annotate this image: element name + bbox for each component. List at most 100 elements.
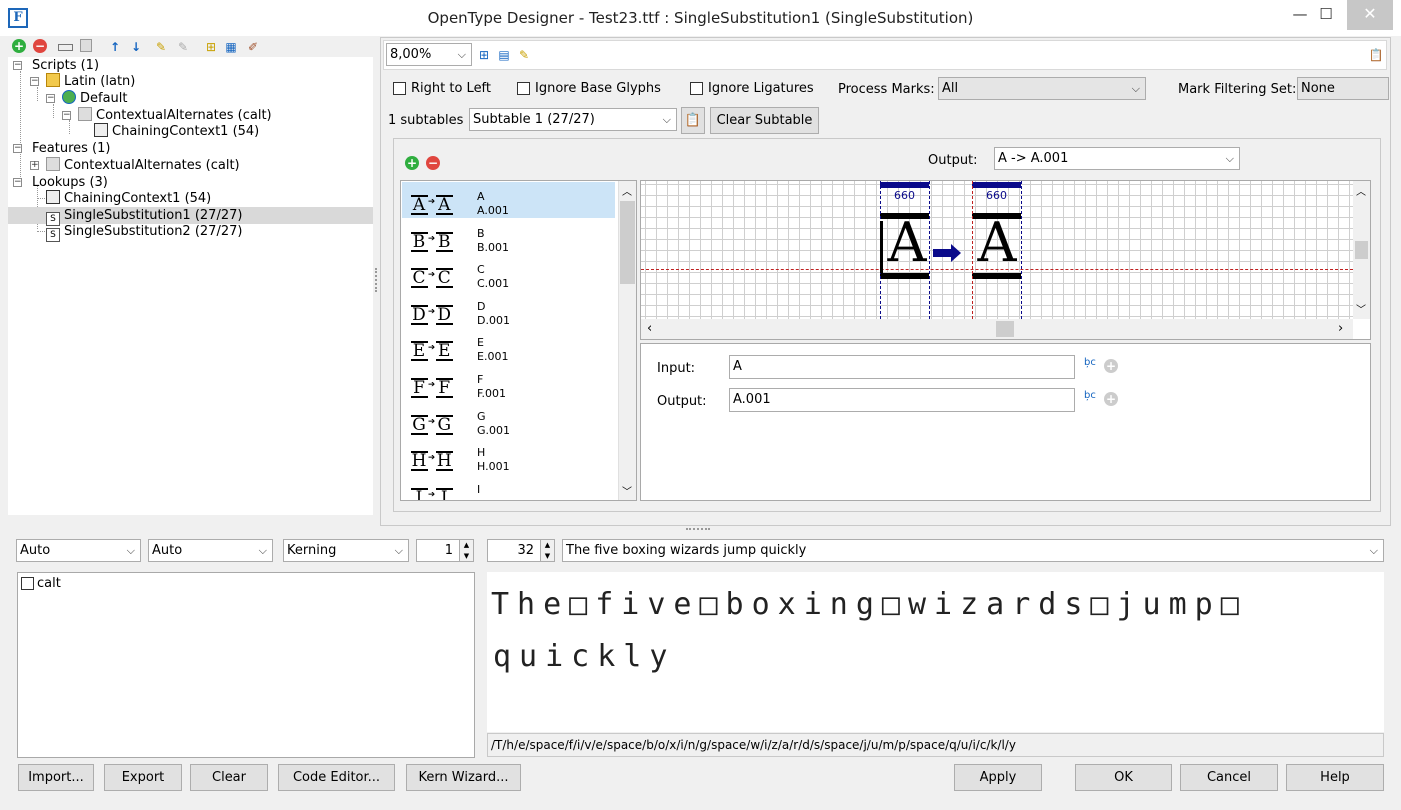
chevron-down-icon[interactable]: ﹀: [1356, 301, 1366, 316]
fit-icon[interactable]: ⊞: [476, 47, 492, 63]
add-icon[interactable]: +: [12, 39, 28, 55]
stepper-arrows-icon[interactable]: ▲ ▼: [459, 540, 473, 561]
copy-icon[interactable]: [80, 39, 96, 55]
chevron-down-icon[interactable]: ﹀: [622, 483, 632, 498]
remove-icon[interactable]: −: [33, 39, 49, 55]
glyph-pair-row[interactable]: C ➔C C C.001: [402, 255, 615, 291]
glyph-picker-icon[interactable]: b̦c: [1084, 390, 1096, 401]
tree-item-single-substitution2[interactable]: S SingleSubstitution2 (27/27): [46, 223, 242, 242]
add-glyph-icon[interactable]: +: [405, 156, 419, 170]
cancel-button[interactable]: Cancel: [1180, 764, 1278, 791]
zoom-select[interactable]: 8,00% ⌵: [386, 43, 472, 66]
tree-item-latin[interactable]: Latin (latn): [46, 73, 135, 90]
brush-icon[interactable]: ✐: [245, 39, 261, 55]
glyph-picker-icon[interactable]: b̦c: [1084, 357, 1096, 368]
kern-wizard-button[interactable]: Kern Wizard...: [406, 764, 521, 791]
font-size-stepper[interactable]: 32 ▲ ▼: [487, 539, 555, 562]
alternate-glyph-name: G.001: [477, 423, 511, 437]
ignore-base-glyphs-checkbox[interactable]: [517, 82, 530, 95]
table-icon[interactable]: ▦: [223, 39, 239, 55]
scroll-thumb[interactable]: [620, 201, 635, 284]
tree-item-single-substitution1[interactable]: S SingleSubstitution1 (27/27): [46, 207, 242, 226]
export-button[interactable]: Export: [104, 764, 182, 791]
pen-icon[interactable]: ✎: [516, 47, 532, 63]
feature-checkbox-calt[interactable]: [21, 577, 34, 590]
line-spacing-stepper[interactable]: 1 ▲ ▼: [416, 539, 474, 562]
expand-toggle[interactable]: −: [46, 94, 55, 103]
app-icon[interactable]: F: [8, 8, 28, 28]
maximize-button[interactable]: ☐: [1303, 0, 1349, 30]
chevron-up-icon[interactable]: ︿: [622, 183, 632, 198]
close-button[interactable]: ✕: [1347, 0, 1393, 30]
stepper-arrows-icon[interactable]: ▲ ▼: [540, 540, 554, 561]
chevron-right-icon[interactable]: ›: [1338, 321, 1343, 336]
ignore-ligatures-checkbox[interactable]: [690, 82, 703, 95]
sample-text-select[interactable]: The five boxing wizards jump quickly ⌵: [562, 539, 1384, 562]
tree-item-features[interactable]: Features (1): [32, 140, 110, 157]
tree-item-chaining-context[interactable]: ChainingContext1 (54): [94, 123, 259, 140]
scroll-thumb[interactable]: [996, 321, 1014, 337]
move-down-icon[interactable]: ↓: [128, 39, 144, 55]
language-select[interactable]: Auto ⌵: [148, 539, 273, 562]
input-field[interactable]: A: [729, 355, 1075, 379]
scroll-thumb[interactable]: [1355, 241, 1368, 259]
tree-item-scripts[interactable]: Scripts (1): [32, 57, 99, 74]
help-button[interactable]: Help: [1286, 764, 1384, 791]
grid-icon[interactable]: ▤: [496, 47, 512, 63]
kerning-select[interactable]: Kerning ⌵: [283, 539, 409, 562]
import-button[interactable]: Import...: [18, 764, 94, 791]
glyph-pair-row[interactable]: F ➔ F F F.001: [402, 365, 615, 401]
chevron-left-icon[interactable]: ‹: [647, 321, 652, 336]
expand-toggle[interactable]: −: [30, 77, 39, 86]
glyph-pair-row[interactable]: D➔D D D.001: [402, 292, 615, 328]
subtable-select[interactable]: Subtable 1 (27/27) ⌵: [469, 108, 677, 131]
mark-filtering-select[interactable]: None: [1297, 77, 1389, 100]
expand-toggle[interactable]: −: [13, 61, 22, 70]
chevron-up-icon[interactable]: ︿: [1356, 183, 1366, 198]
glyph-pair-row[interactable]: B ➔ B B B.001: [402, 219, 615, 255]
edit-icon[interactable]: ✎: [153, 39, 169, 55]
tree-item-lookups[interactable]: Lookups (3): [32, 174, 108, 191]
tree-structure-icon[interactable]: ⊞: [203, 39, 219, 55]
code-editor-button[interactable]: Code Editor...: [278, 764, 395, 791]
tree-item-default[interactable]: Default: [62, 90, 128, 107]
glyph-pair-row[interactable]: G➔G G G.001: [402, 402, 615, 438]
glyph-pair-row[interactable]: A ➔ A A A.001: [402, 182, 615, 218]
add-input-icon[interactable]: +: [1104, 359, 1118, 373]
expand-toggle[interactable]: −: [13, 178, 22, 187]
preview-vscrollbar[interactable]: ︿ ﹀: [1353, 181, 1370, 319]
clear-subtable-button[interactable]: Clear Subtable: [710, 107, 819, 134]
script-select[interactable]: Auto ⌵: [16, 539, 141, 562]
glyph-pair-row[interactable]: E ➔ E E E.001: [402, 328, 615, 364]
remove-glyph-icon[interactable]: −: [426, 156, 440, 170]
process-marks-select[interactable]: All ⌵: [938, 77, 1146, 100]
glyph-pair-row[interactable]: H➔H H H.001: [402, 438, 615, 474]
source-glyph: C: [411, 268, 428, 289]
expand-toggle[interactable]: −: [13, 144, 22, 153]
add-output-icon[interactable]: +: [1104, 392, 1118, 406]
clear-button[interactable]: Clear: [190, 764, 268, 791]
glyph-pair-row[interactable]: I ➔ I I: [402, 475, 615, 500]
paste-subtable-button[interactable]: 📋: [681, 107, 705, 134]
expand-toggle[interactable]: −: [62, 111, 71, 120]
vertical-splitter[interactable]: [375, 268, 377, 292]
text-preview[interactable]: The□five□boxing□wizards□jump□ quickly: [487, 572, 1384, 732]
tree-item-feature-calt[interactable]: ContextualAlternates (calt): [46, 157, 240, 174]
clipboard-icon[interactable]: 📋: [1368, 47, 1384, 63]
output-field[interactable]: A.001: [729, 388, 1075, 412]
apply-button[interactable]: Apply: [954, 764, 1042, 791]
horizontal-splitter[interactable]: [686, 528, 710, 530]
output-select[interactable]: A -> A.001 ⌵: [994, 147, 1240, 170]
disabled-tool-icon[interactable]: ✎: [175, 39, 191, 55]
tree-item-lookup-chaining[interactable]: ChainingContext1 (54): [46, 190, 211, 207]
eraser-icon[interactable]: [58, 39, 76, 55]
right-to-left-checkbox[interactable]: [393, 82, 406, 95]
subtable-value: Subtable 1 (27/27): [473, 112, 595, 127]
expand-toggle[interactable]: +: [30, 161, 39, 170]
list-scrollbar[interactable]: ︿ ﹀: [618, 181, 636, 500]
preview-grid[interactable]: 660 A 660 A: [641, 181, 1353, 319]
tree-item-contextual-alternates[interactable]: ContextualAlternates (calt): [78, 107, 272, 124]
move-up-icon[interactable]: ↑: [107, 39, 123, 55]
preview-hscrollbar[interactable]: ‹ ›: [641, 319, 1353, 339]
ok-button[interactable]: OK: [1075, 764, 1172, 791]
